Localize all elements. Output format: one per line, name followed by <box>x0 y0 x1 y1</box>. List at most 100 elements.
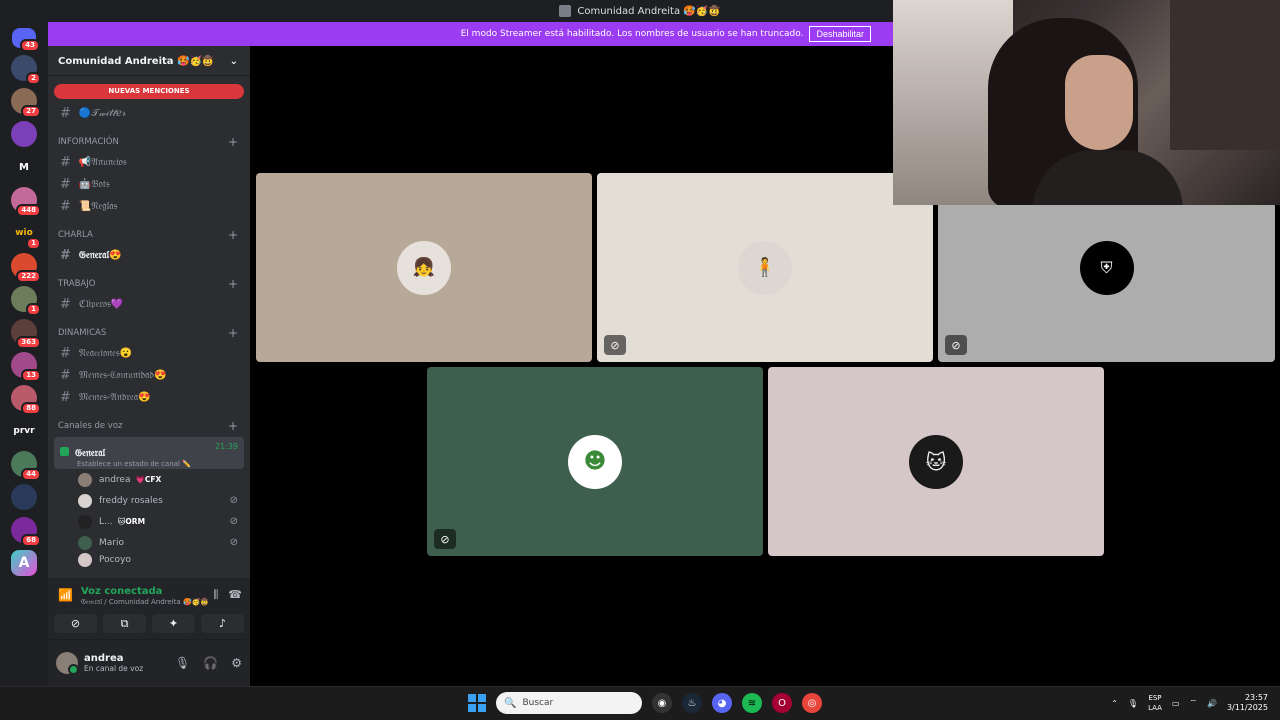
channel-memes-comunidad[interactable]: # 𝔐𝔢𝔪𝔢𝔰-ℭ𝔬𝔪𝔲𝔫𝔦𝔡𝔞𝔡😍 <box>48 364 250 386</box>
voice-connected-panel: 📶 Voz conectada 𝔊𝔢𝔫𝔢𝔯𝔞𝔩 / Comunidad Andr… <box>48 578 250 640</box>
add-channel-icon[interactable]: + <box>228 420 238 432</box>
voice-tile[interactable]: 🧍 ⊘ <box>597 173 933 362</box>
server-header[interactable]: Comunidad Andreita 🥵🥳🤠 ⌄ <box>48 48 250 76</box>
channel-memes-andrea[interactable]: # 𝔐𝔢𝔪𝔢𝔰-𝔄𝔫𝔡𝔯𝔢𝔞😍 <box>48 386 250 408</box>
screen-share-button[interactable]: ⧉ <box>103 614 146 633</box>
streamer-mode-bar: El modo Streamer está habilitado. Los no… <box>48 22 893 46</box>
server-rail: 43 2 27 M 448 wio 1 222 1 363 13 88 prvr … <box>0 22 48 686</box>
voice-channel-status[interactable]: Establece un estado de canal ✏️ <box>77 460 238 468</box>
category-voice[interactable]: Canales de voz + <box>48 408 250 435</box>
disable-streamer-button[interactable]: Deshabilitar <box>809 26 871 42</box>
wifi-icon[interactable]: ⌔ <box>1189 698 1197 708</box>
voice-user[interactable]: freddy rosales ⊘ <box>48 490 250 511</box>
system-tray: ⌃ 🎙 ESP LAA ▭ ⌔ 🔊 23:57 3/11/2025 <box>1111 693 1268 713</box>
steam-icon[interactable]: ♨ <box>682 693 702 713</box>
server-icon-prvr[interactable]: prvr <box>11 418 37 444</box>
muted-mic-icon: ⊘ <box>229 516 238 527</box>
soundboard-button[interactable]: ♪ <box>201 614 244 633</box>
channel-label: 🤖𝔅𝔬𝔱𝔰 <box>78 178 110 190</box>
server-icon-wio[interactable]: wio 1 <box>11 220 41 250</box>
server-icon[interactable]: 363 <box>11 319 41 349</box>
channel-bots[interactable]: # 🤖𝔅𝔬𝔱𝔰 <box>48 173 250 195</box>
activities-button[interactable]: ✦ <box>152 614 195 633</box>
channel-label: 📢𝔄𝔫𝔲𝔫𝔠𝔦𝔬𝔰 <box>78 156 127 168</box>
channel-anuncios[interactable]: # 📢𝔄𝔫𝔲𝔫𝔠𝔦𝔬𝔰 <box>48 151 250 173</box>
category-charla[interactable]: CHARLA + <box>48 217 250 244</box>
voice-user[interactable]: L... 🐱ORM ⊘ <box>48 511 250 532</box>
voice-connected-title: Voz conectada <box>80 586 163 597</box>
category-dinamicas[interactable]: DINAMICAS + <box>48 315 250 342</box>
server-icon[interactable]: 448 <box>11 187 41 217</box>
microphone-icon[interactable]: 🎙 <box>1128 699 1138 708</box>
muted-mic-icon: ⊘ <box>945 335 967 355</box>
voice-user-name: andrea <box>99 474 131 485</box>
server-icon-a[interactable]: A <box>11 550 37 576</box>
category-informacion[interactable]: INFORMACIÓN + <box>48 124 250 151</box>
channel-reacciones[interactable]: # 𝔑𝔢𝔞𝔠𝔠𝔦𝔬𝔫𝔢𝔰😮 <box>48 342 250 364</box>
add-channel-icon[interactable]: + <box>228 327 238 339</box>
server-icon[interactable]: 2 <box>11 55 41 85</box>
server-icon[interactable]: 44 <box>11 451 41 481</box>
taskbar-search[interactable]: 🔍 Buscar <box>496 692 642 714</box>
add-channel-icon[interactable]: + <box>228 278 238 290</box>
channel-list: # 🔵𝒯𝓌𝒾𝓉𝓉𝑒𝓇 INFORMACIÓN + # 📢𝔄𝔫𝔲𝔫𝔠𝔦𝔬𝔰 # 🤖𝔅𝔬𝔱𝔰… <box>48 102 250 567</box>
muted-mic-icon: ⊘ <box>604 335 626 355</box>
channel-general[interactable]: # 𝔊𝔢𝔫𝔢𝔯𝔞𝔩😍 <box>48 244 250 266</box>
server-icon[interactable] <box>11 121 37 147</box>
disconnect-icon[interactable]: ☎ <box>228 588 242 602</box>
windows-start-icon[interactable] <box>468 694 486 712</box>
voice-tile[interactable]: ☻ ⊘ <box>427 367 763 556</box>
camera-off-button[interactable]: ⊘ <box>54 614 97 633</box>
server-icon[interactable]: 27 <box>11 88 41 118</box>
microphone-icon[interactable]: 🎙 <box>175 656 190 670</box>
discord-icon[interactable]: ◕ <box>712 693 732 713</box>
badge: 68 <box>21 534 41 547</box>
opera-icon[interactable]: O <box>772 693 792 713</box>
language-indicator[interactable]: ESP LAA <box>1148 693 1162 713</box>
voice-tile[interactable]: 👧 <box>256 173 592 362</box>
discord-home-icon[interactable]: 43 <box>12 28 40 52</box>
server-icon[interactable]: 13 <box>11 352 41 382</box>
screen-share-icon: ⧉ <box>120 616 129 630</box>
search-icon: 🔍 <box>504 697 517 709</box>
add-channel-icon[interactable]: + <box>228 136 238 148</box>
category-label: INFORMACIÓN <box>58 137 119 147</box>
server-icon-m[interactable]: M <box>11 154 37 180</box>
gear-icon[interactable]: ⚙ <box>231 656 242 670</box>
voice-connected-subtitle[interactable]: 𝔊𝔢𝔫𝔢𝔯𝔞𝔩 / Comunidad Andreita 🥵🥳🤠 <box>81 598 209 607</box>
server-icon[interactable]: 88 <box>11 385 41 415</box>
voice-user[interactable]: Mario ⊘ <box>48 532 250 553</box>
voice-tile[interactable]: 🐱 <box>768 367 1104 556</box>
voice-user-tag: 💗CFX <box>135 475 162 484</box>
voice-user[interactable]: Pocoyo <box>48 553 250 567</box>
server-icon[interactable]: 68 <box>11 517 41 547</box>
avatar <box>78 493 92 508</box>
app-icon[interactable]: ◉ <box>652 693 672 713</box>
server-letter: prvr <box>13 426 35 436</box>
window-title: Comunidad Andreita 🥵🥳🤠 <box>577 5 721 17</box>
spotify-icon[interactable]: ≋ <box>742 693 762 713</box>
avatar[interactable] <box>56 652 79 675</box>
channel-reglas[interactable]: # 📜𝔑𝔢𝔤𝔩𝔞𝔰 <box>48 195 250 217</box>
activities-icon: ✦ <box>168 617 179 630</box>
signal-icon[interactable]: 📶 <box>58 588 73 602</box>
clock[interactable]: 23:57 3/11/2025 <box>1227 693 1268 713</box>
headphones-icon[interactable]: 🎧 <box>203 656 218 670</box>
hash-icon: # <box>60 198 71 214</box>
voice-user[interactable]: andrea 💗CFX <box>48 469 250 490</box>
voice-user-name: freddy rosales <box>99 495 163 506</box>
server-icon[interactable]: 1 <box>11 286 41 316</box>
chrome-icon[interactable]: ◎ <box>802 693 822 713</box>
monitor-icon[interactable]: ▭ <box>1172 699 1180 708</box>
channel-clipperos[interactable]: # ℭ𝔩𝔦𝔭𝔢𝔯𝔬𝔰💜 <box>48 293 250 315</box>
voice-channel-general[interactable]: 𝔊𝔢𝔫𝔢𝔯𝔞𝔩 Establece un estado de canal ✏️ … <box>54 437 244 469</box>
noise-suppression-icon[interactable]: ⫼ <box>213 588 218 602</box>
category-trabajo[interactable]: TRABAJO + <box>48 266 250 293</box>
chevron-up-icon[interactable]: ⌃ <box>1111 699 1118 708</box>
new-mentions-button[interactable]: NUEVAS MENCIONES <box>54 84 244 99</box>
server-icon[interactable]: 222 <box>11 253 41 283</box>
server-icon[interactable] <box>11 484 37 510</box>
volume-icon[interactable]: 🔊 <box>1207 699 1217 708</box>
add-channel-icon[interactable]: + <box>228 229 238 241</box>
channel-twitter[interactable]: # 🔵𝒯𝓌𝒾𝓉𝓉𝑒𝓇 <box>48 102 250 124</box>
